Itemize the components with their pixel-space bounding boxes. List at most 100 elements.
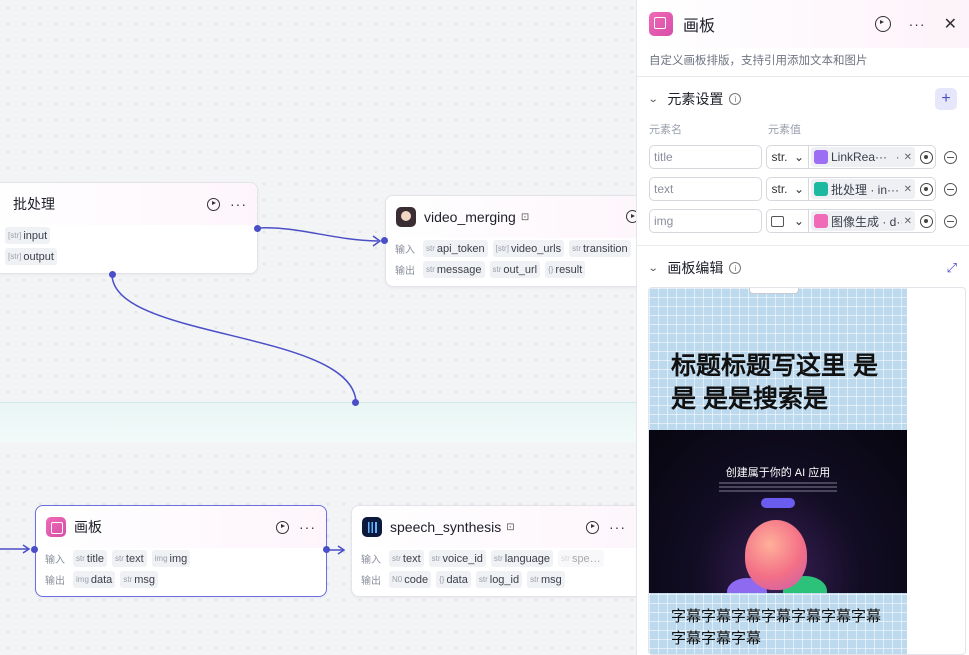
input-port[interactable] xyxy=(381,237,388,244)
node-canvas[interactable]: 画板 ··· 输入 str title str text img img 输出 img… xyxy=(35,505,327,597)
board-canvas[interactable]: 标题标题写这里 是 是 是是搜索是 创建属于你的 AI 应用 字幕字幕字幕字幕字… xyxy=(649,288,907,654)
col-name-header: 元素名 xyxy=(649,124,682,136)
screenshot-title: 创建属于你的 AI 应用 xyxy=(725,467,831,479)
element-name-input[interactable]: text xyxy=(649,177,763,201)
info-icon[interactable]: i xyxy=(729,262,742,274)
target-icon[interactable] xyxy=(920,150,933,164)
element-type-select[interactable]: ⌄ xyxy=(766,209,808,233)
video-merging-icon xyxy=(396,207,416,227)
more-icon[interactable]: ··· xyxy=(230,197,247,211)
panel-description: 自定义画板排版，支持引用添加文本和图片 xyxy=(649,55,868,67)
run-icon[interactable] xyxy=(207,197,220,211)
run-icon[interactable] xyxy=(276,520,289,534)
screenshot-subtitle xyxy=(719,482,837,492)
port-chip: img img xyxy=(151,550,191,567)
section-title: 画板编辑 xyxy=(667,260,724,276)
more-icon[interactable]: ··· xyxy=(299,520,316,534)
element-value-field[interactable]: 图像生成 · d··· ✕ xyxy=(808,209,936,233)
node-video-merging[interactable]: video_merging ⊡ 输入 str api_token [str] vid… xyxy=(385,195,636,287)
port-chip: str log_id xyxy=(475,571,523,588)
port-chip: str message xyxy=(423,261,485,278)
element-name-input[interactable]: title xyxy=(649,145,763,169)
remove-reference-icon[interactable]: ✕ xyxy=(904,184,912,195)
expand-icon[interactable]: ⤢ xyxy=(947,260,957,276)
section-title: 元素设置 xyxy=(667,91,724,107)
chevron-down-icon[interactable]: ⌄ xyxy=(648,94,659,105)
element-row-img: img ⌄ 图像生成 · d··· ✕ xyxy=(637,205,969,237)
run-icon[interactable] xyxy=(586,520,599,534)
workflow-canvas[interactable]: 批处理 ··· [str] input [str] output video_mer… xyxy=(0,0,636,655)
board-edit-header[interactable]: ⌄ 画板编辑 i ⤢ xyxy=(637,246,969,290)
info-icon[interactable]: i xyxy=(729,93,742,105)
remove-reference-icon[interactable]: ✕ xyxy=(904,152,912,163)
node-title: 画板 xyxy=(74,519,102,535)
add-element-button[interactable]: + xyxy=(935,88,957,110)
port-chip: [str] video_urls xyxy=(492,240,565,257)
port-chip: str text xyxy=(112,550,147,567)
port-chip: str voice_id xyxy=(428,550,486,567)
port-chip: {} data xyxy=(436,571,471,588)
element-row-text: text str. ⌄ 批处理 · in··· ✕ xyxy=(637,173,969,205)
port-chip: img data xyxy=(73,571,116,588)
target-icon[interactable] xyxy=(920,214,933,228)
element-type-select[interactable]: str. ⌄ xyxy=(766,145,808,169)
reference-text: 图像生成 · d··· xyxy=(831,214,902,229)
output-label: 输出 xyxy=(45,576,65,587)
input-port[interactable] xyxy=(352,399,359,406)
layers-icon xyxy=(814,182,828,196)
port-chip: str text xyxy=(389,550,424,567)
input-label: 输入 xyxy=(45,555,65,566)
speech-synthesis-icon xyxy=(362,517,382,537)
chevron-down-icon: ⌄ xyxy=(793,150,804,164)
element-value-field[interactable]: LinkRea··· · ✕ xyxy=(808,145,936,169)
port-chip: str msg xyxy=(120,571,158,588)
chevron-down-icon: ⌄ xyxy=(793,214,804,228)
port-chip: str language xyxy=(490,550,554,567)
input-label: 输入 xyxy=(395,245,415,256)
element-columns: 元素名 元素值 xyxy=(637,121,969,136)
output-port[interactable] xyxy=(323,546,330,553)
port-chip-input: [str] input xyxy=(5,227,51,244)
element-name-input[interactable]: img xyxy=(649,209,763,233)
reference-chip: 图像生成 · d··· ✕ xyxy=(811,211,915,231)
node-speech-synthesis[interactable]: speech_synthesis ⊡ ··· 输入 str text str voi… xyxy=(351,505,636,597)
remove-row-icon[interactable] xyxy=(944,214,957,228)
run-icon[interactable] xyxy=(626,210,636,223)
output-port[interactable] xyxy=(254,225,261,232)
board-editor[interactable]: 标题标题写这里 是 是 是是搜索是 创建属于你的 AI 应用 字幕字幕字幕字幕字… xyxy=(648,287,966,655)
port-chip: str spe… xyxy=(558,550,604,567)
remove-reference-icon[interactable]: ✕ xyxy=(904,216,912,227)
canvas-icon xyxy=(649,12,673,36)
board-image[interactable]: 创建属于你的 AI 应用 xyxy=(649,430,907,593)
more-icon[interactable]: ··· xyxy=(909,17,926,31)
panel-title: 画板 xyxy=(683,18,716,35)
port-chip: N0 code xyxy=(389,571,432,588)
canvas-icon xyxy=(46,517,66,537)
board-subtitle-text[interactable]: 字幕字幕字幕字幕字幕字幕字幕字幕字幕字幕 xyxy=(671,606,891,650)
plugin-icon: ⊡ xyxy=(520,211,530,223)
input-port[interactable] xyxy=(31,546,38,553)
board-title-text[interactable]: 标题标题写这里 是 是 是是搜索是 xyxy=(671,350,891,416)
port-chip: str msg xyxy=(527,571,565,588)
output-port[interactable] xyxy=(109,271,116,278)
element-value-field[interactable]: 批处理 · in··· ✕ xyxy=(808,177,936,201)
close-icon[interactable]: ✕ xyxy=(944,14,957,34)
remove-row-icon[interactable] xyxy=(944,182,957,196)
target-icon[interactable] xyxy=(920,182,933,196)
chevron-down-icon[interactable]: ⌄ xyxy=(648,263,659,274)
more-icon[interactable]: ··· xyxy=(609,520,626,534)
board-resize-handle[interactable] xyxy=(749,288,799,294)
remove-row-icon[interactable] xyxy=(944,150,957,164)
element-settings-header[interactable]: ⌄ 元素设置 i + xyxy=(637,77,969,121)
panel-header: 画板 ··· ✕ xyxy=(637,0,969,48)
chevron-down-icon: ⌄ xyxy=(793,182,804,196)
run-icon[interactable] xyxy=(874,16,891,32)
screenshot-button xyxy=(761,498,795,508)
node-title: speech_synthesis xyxy=(390,519,502,535)
node-batch[interactable]: 批处理 ··· [str] input [str] output xyxy=(0,182,258,274)
cube-icon xyxy=(814,150,828,164)
node-title: video_merging xyxy=(424,209,516,225)
output-label: 输出 xyxy=(361,576,381,587)
element-row-title: title str. ⌄ LinkRea··· · ✕ xyxy=(637,141,969,173)
element-type-select[interactable]: str. ⌄ xyxy=(766,177,808,201)
